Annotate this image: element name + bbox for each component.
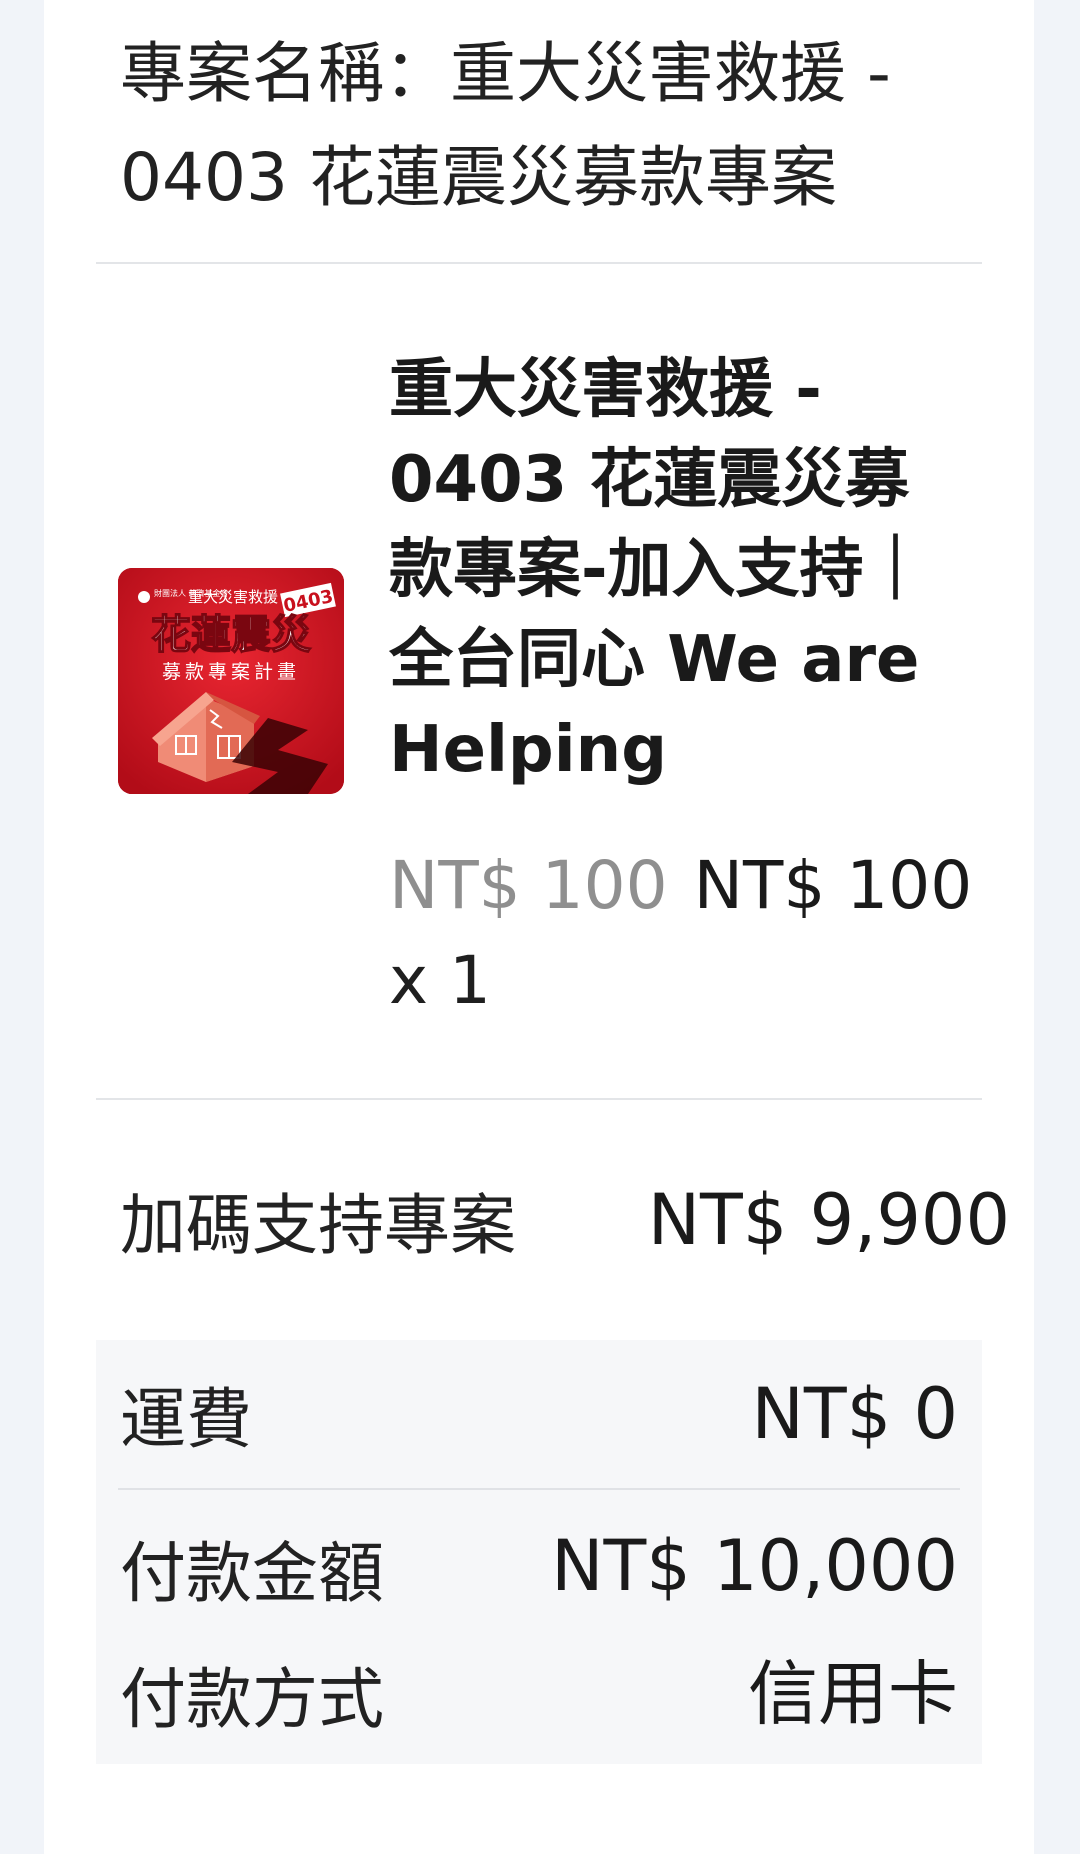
payment-method-label: 付款方式 (120, 1661, 384, 1738)
total-value: NT$ 10,000 (551, 1525, 958, 1607)
image-main: 花蓮震災 (151, 612, 311, 658)
price-row: NT$ 100 NT$ 100 (389, 840, 1009, 932)
flame-icon (138, 591, 150, 603)
payment-method-value: 信用卡 (748, 1653, 958, 1735)
image-sub: 募款專案計畫 (162, 661, 300, 683)
divider (96, 262, 982, 264)
product-title: 重大災害救援 - 0403 花蓮震災募款專案-加入支持｜全台同心 We are … (389, 353, 928, 787)
total-label: 付款金額 (120, 1535, 384, 1612)
project-name: 專案名稱：重大災害救援 - 0403 花蓮震災募款專案 (120, 35, 891, 216)
extra-support-label: 加碼支持專案 (120, 1187, 516, 1264)
donation-campaign-image: 財團法人 慈濟基金會 重大災害救援 0403 花蓮震災 募款專案計畫 (118, 568, 344, 794)
order-detail-card: 專案名稱：重大災害救援 - 0403 花蓮震災募款專案 財團法人 慈濟基金會 重… (44, 0, 1034, 1854)
quantity: x 1 (389, 942, 492, 1019)
shipping-value: NT$ 0 (751, 1373, 958, 1455)
product-image: 財團法人 慈濟基金會 重大災害救援 0403 花蓮震災 募款專案計畫 (118, 568, 344, 794)
payment-summary: 運費 NT$ 0 付款金額 NT$ 10,000 付款方式 信用卡 (96, 1340, 982, 1764)
shipping-label: 運費 (120, 1381, 252, 1458)
original-price: NT$ 100 (389, 847, 668, 924)
image-topic: 重大災害救援 (188, 588, 278, 606)
summary-divider (118, 1488, 960, 1490)
extra-support-value: NT$ 9,900 (647, 1179, 1010, 1261)
divider (96, 1098, 982, 1100)
current-price: NT$ 100 (693, 847, 973, 924)
